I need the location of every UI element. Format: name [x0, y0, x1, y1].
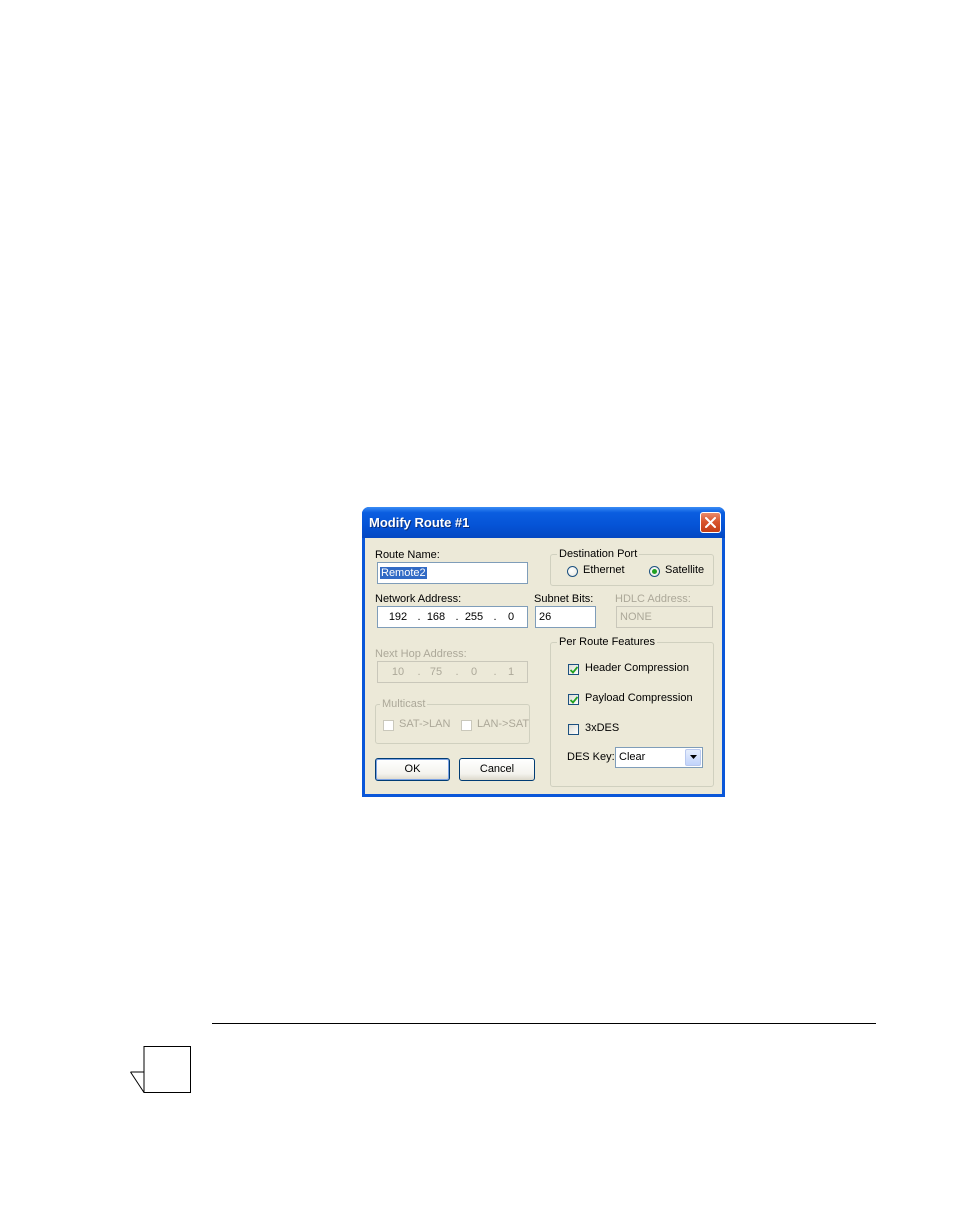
next-hop-input: 10 . 75 . 0 . 1 — [377, 661, 528, 683]
ethernet-radio[interactable] — [567, 566, 578, 577]
hdlc-address-input: NONE — [616, 606, 713, 628]
des-key-select[interactable]: Clear — [615, 747, 703, 768]
cancel-button[interactable]: Cancel — [459, 758, 535, 781]
dropdown-button[interactable] — [685, 749, 701, 766]
checkmark-icon — [570, 696, 578, 704]
satellite-radio[interactable] — [649, 566, 660, 577]
next-hop-octet-1: 10 — [391, 666, 405, 678]
multicast-label: Multicast — [380, 698, 428, 710]
hdlc-address-label: HDLC Address: — [615, 593, 691, 605]
payload-compression-checkbox[interactable] — [568, 694, 579, 705]
network-address-input[interactable]: 192 . 168 . 255 . 0 — [377, 606, 528, 628]
des-key-label: DES Key: — [567, 751, 615, 763]
sat-to-lan-label: SAT->LAN — [399, 718, 451, 730]
destination-port-label: Destination Port — [557, 548, 640, 560]
note-icon — [130, 1046, 191, 1093]
next-hop-octet-3: 0 — [470, 666, 478, 678]
payload-compression-label: Payload Compression — [585, 692, 693, 704]
modify-route-dialog: Modify Route #1 Route Name: Remote2 Dest… — [362, 507, 725, 797]
next-hop-label: Next Hop Address: — [375, 648, 467, 660]
subnet-bits-label: Subnet Bits: — [534, 593, 594, 605]
dialog-title: Modify Route #1 — [369, 515, 470, 530]
network-octet-3: 255 — [464, 611, 484, 623]
header-compression-label: Header Compression — [585, 662, 689, 674]
satellite-label: Satellite — [665, 564, 705, 576]
triple-des-label: 3xDES — [585, 722, 620, 734]
network-address-label: Network Address: — [375, 593, 462, 605]
des-key-value: Clear — [619, 751, 646, 763]
destination-port-group: Destination Port Ethernet Satellite — [550, 548, 714, 586]
hdlc-address-value: NONE — [620, 611, 652, 623]
horizontal-rule — [212, 1023, 876, 1024]
next-hop-octet-4: 1 — [507, 666, 515, 678]
per-route-features-label: Per Route Features — [557, 636, 657, 648]
chevron-down-icon — [690, 755, 697, 759]
ok-button[interactable]: OK — [375, 758, 450, 781]
title-bar[interactable]: Modify Route #1 — [362, 507, 725, 538]
route-name-value: Remote2 — [380, 567, 427, 579]
route-name-input[interactable]: Remote2 — [377, 562, 528, 584]
subnet-bits-input[interactable]: 26 — [535, 606, 596, 628]
header-compression-checkbox[interactable] — [568, 664, 579, 675]
route-name-label: Route Name: — [375, 549, 440, 561]
network-octet-4: 0 — [507, 611, 515, 623]
next-hop-octet-2: 75 — [429, 666, 443, 678]
sat-to-lan-checkbox — [383, 720, 394, 731]
network-octet-2: 168 — [426, 611, 446, 623]
triple-des-checkbox[interactable] — [568, 724, 579, 735]
lan-to-sat-checkbox — [461, 720, 472, 731]
subnet-bits-value: 26 — [539, 611, 552, 623]
lan-to-sat-label: LAN->SAT — [477, 718, 530, 730]
network-octet-1: 192 — [388, 611, 408, 623]
per-route-features-group: Per Route Features Header Compression Pa… — [550, 636, 714, 787]
close-icon — [705, 517, 716, 528]
dialog-body: Route Name: Remote2 Destination Port Eth… — [365, 538, 722, 794]
ethernet-label: Ethernet — [583, 564, 625, 576]
checkmark-icon — [570, 666, 578, 674]
multicast-group: Multicast SAT->LAN LAN->SAT — [375, 698, 530, 744]
close-button[interactable] — [700, 512, 721, 533]
